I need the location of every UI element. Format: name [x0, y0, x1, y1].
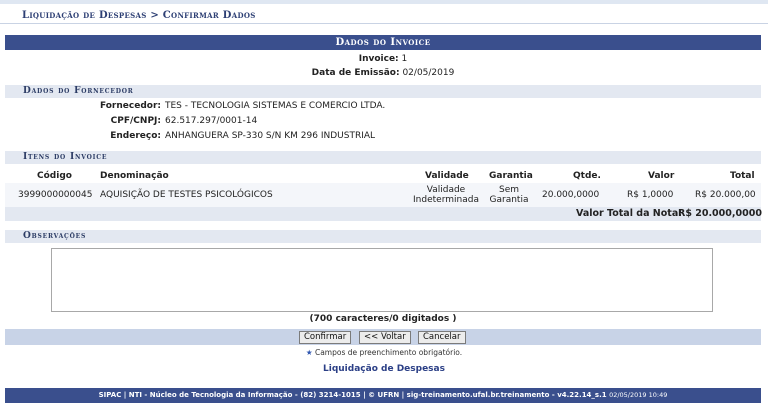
emission-date-value: 02/05/2019	[402, 68, 455, 78]
character-counter: (700 caracteres/0 digitados )	[309, 314, 457, 324]
supplier-address-row: Endereço: ANHANGUERA SP-330 S/N KM 296 I…	[5, 130, 761, 143]
items-table-header: Código Denominação Validade Garantia Qtd…	[5, 170, 761, 183]
required-note-text: Campos de preenchimento obrigatório.	[314, 348, 463, 357]
module-home-link[interactable]: Liquidação de Despesas	[0, 364, 768, 374]
emission-date-row: Data de Emissão: 02/05/2019	[5, 68, 761, 78]
item-garantia-line1: Sem	[498, 185, 520, 195]
item-valor: R$ 1,0000	[627, 190, 674, 200]
observations-textarea[interactable]	[51, 248, 713, 312]
item-qtde: 20.000,0000	[542, 190, 600, 200]
invoice-value: 1	[401, 54, 408, 64]
supplier-name-label: Fornecedor:	[99, 101, 161, 111]
breadcrumb-bar: Liquidação de Despesas > Confirmar Dados	[0, 4, 768, 24]
emission-date-label: Data de Emissão:	[311, 68, 400, 78]
supplier-cnpj-label: CPF/CNPJ:	[110, 116, 161, 126]
observations-section-title: Observações	[5, 230, 761, 243]
col-garantia: Garantia	[489, 171, 533, 181]
supplier-cnpj-row: CPF/CNPJ: 62.517.297/0001-14	[5, 115, 761, 128]
form-title: Dados do Invoice	[5, 35, 761, 50]
item-denominacao: AQUISIÇÃO DE TESTES PSICOLÓGICOS	[100, 190, 273, 200]
supplier-section-title: Dados do Fornecedor	[5, 85, 761, 98]
invoice-total-value: R$ 20.000,0000	[678, 208, 762, 219]
col-qtde: Qtde.	[573, 171, 601, 181]
button-bar: Confirmar << Voltar Cancelar	[5, 329, 761, 345]
footer: SIPAC | NTI - Núcleo de Tecnologia da In…	[5, 388, 761, 403]
back-button[interactable]: << Voltar	[359, 331, 411, 344]
footer-timestamp: 02/05/2019 10:49	[609, 391, 668, 399]
supplier-cnpj-value: 62.517.297/0001-14	[165, 116, 258, 126]
items-section-title: Itens do Invoice	[5, 151, 761, 164]
col-denominacao: Denominação	[100, 171, 169, 181]
confirm-button[interactable]: Confirmar	[299, 331, 352, 344]
item-validade-line1: Validade	[426, 185, 466, 195]
col-codigo: Código	[37, 171, 72, 181]
cancel-button[interactable]: Cancelar	[418, 331, 466, 344]
supplier-name-value: TES - TECNOLOGIA SISTEMAS E COMERCIO LTD…	[165, 101, 386, 111]
required-note: ★ Campos de preenchimento obrigatório.	[0, 348, 768, 357]
footer-text: SIPAC | NTI - Núcleo de Tecnologia da In…	[98, 391, 607, 399]
col-validade: Validade	[425, 171, 469, 181]
invoice-total-label: Valor Total da Nota:	[576, 208, 683, 219]
item-codigo: 3999000000045	[18, 190, 93, 200]
item-validade-line2: Indeterminada	[413, 195, 479, 205]
item-garantia-line2: Garantia	[489, 195, 529, 205]
invoice-label: Invoice:	[358, 54, 399, 64]
invoice-form: Dados do Invoice Invoice: 1 Data de Emis…	[5, 35, 762, 347]
item-garantia: Sem Garantia	[486, 185, 532, 205]
col-valor: Valor	[648, 171, 675, 181]
item-validade: Validade Indeterminada	[413, 185, 479, 205]
required-star-icon: ★	[305, 348, 313, 357]
table-row: 3999000000045 AQUISIÇÃO DE TESTES PSICOL…	[5, 183, 761, 207]
breadcrumb: Liquidação de Despesas > Confirmar Dados	[22, 10, 256, 21]
supplier-name-row: Fornecedor: TES - TECNOLOGIA SISTEMAS E …	[5, 100, 761, 113]
supplier-address-value: ANHANGUERA SP-330 S/N KM 296 INDUSTRIAL	[165, 131, 376, 141]
item-total: R$ 20.000,00	[695, 190, 756, 200]
supplier-address-label: Endereço:	[110, 131, 161, 141]
invoice-number-row: Invoice: 1	[5, 54, 761, 64]
invoice-total-row: Valor Total da Nota: R$ 20.000,0000	[5, 207, 762, 221]
col-total: Total	[730, 171, 755, 181]
